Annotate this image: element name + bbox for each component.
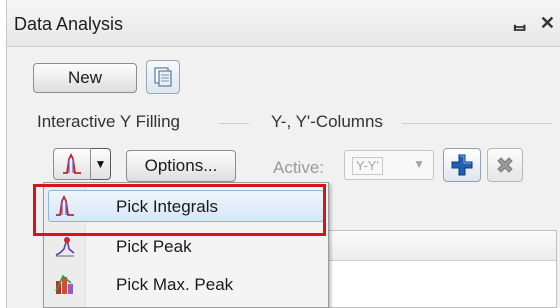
x-icon	[497, 157, 513, 173]
chevron-down-icon: ▼	[94, 157, 107, 171]
remove-column-button[interactable]	[487, 148, 523, 182]
integral-peak-icon	[56, 195, 74, 216]
add-column-button[interactable]	[443, 148, 481, 182]
float-window-icon[interactable]: ᆸ	[511, 13, 528, 33]
plus-icon	[451, 154, 473, 176]
group-divider	[402, 123, 552, 124]
new-button[interactable]: New	[33, 63, 137, 93]
close-icon[interactable]: ✕	[540, 13, 555, 33]
peak-pick-icon	[55, 237, 75, 257]
menu-item-label: Pick Peak	[116, 237, 192, 256]
panel-title-bar: Data Analysis ᆸ ✕	[7, 0, 560, 47]
fill-mode-dropdown-arrow[interactable]: ▼	[91, 148, 111, 180]
copy-document-button[interactable]	[146, 60, 180, 94]
group-divider	[219, 123, 249, 124]
chevron-down-icon: ▼	[413, 157, 425, 171]
menu-item-label: Pick Max. Peak	[116, 275, 234, 294]
integral-peak-icon	[63, 153, 81, 174]
active-column-value: Y-Y'	[352, 157, 383, 175]
fill-mode-button[interactable]	[53, 148, 91, 180]
panel-title: Data Analysis	[14, 14, 124, 34]
menu-item-label: Pick Integrals	[116, 197, 219, 216]
copy-document-icon	[154, 67, 172, 87]
menu-item-pick-integrals[interactable]: Pick Integrals	[44, 187, 328, 225]
active-label: Active:	[273, 158, 325, 177]
interactive-y-filling-label: Interactive Y Filling	[37, 112, 180, 131]
menu-item-pick-peak[interactable]: Pick Peak	[44, 227, 328, 265]
max-peak-icon	[55, 274, 73, 294]
fill-mode-dropdown-menu: Pick Integrals Pick Peak Pick Max. Peak	[43, 182, 329, 308]
title-bar-controls: ᆸ ✕	[511, 13, 555, 33]
data-analysis-panel: Data Analysis ᆸ ✕ New Interactive Y Fill…	[6, 0, 560, 308]
active-column-select[interactable]: Y-Y' ▼	[344, 150, 434, 180]
y-columns-label: Y-, Y'-Columns	[271, 112, 383, 131]
options-button[interactable]: Options...	[126, 150, 236, 182]
menu-item-pick-max-peak[interactable]: Pick Max. Peak	[44, 265, 328, 303]
